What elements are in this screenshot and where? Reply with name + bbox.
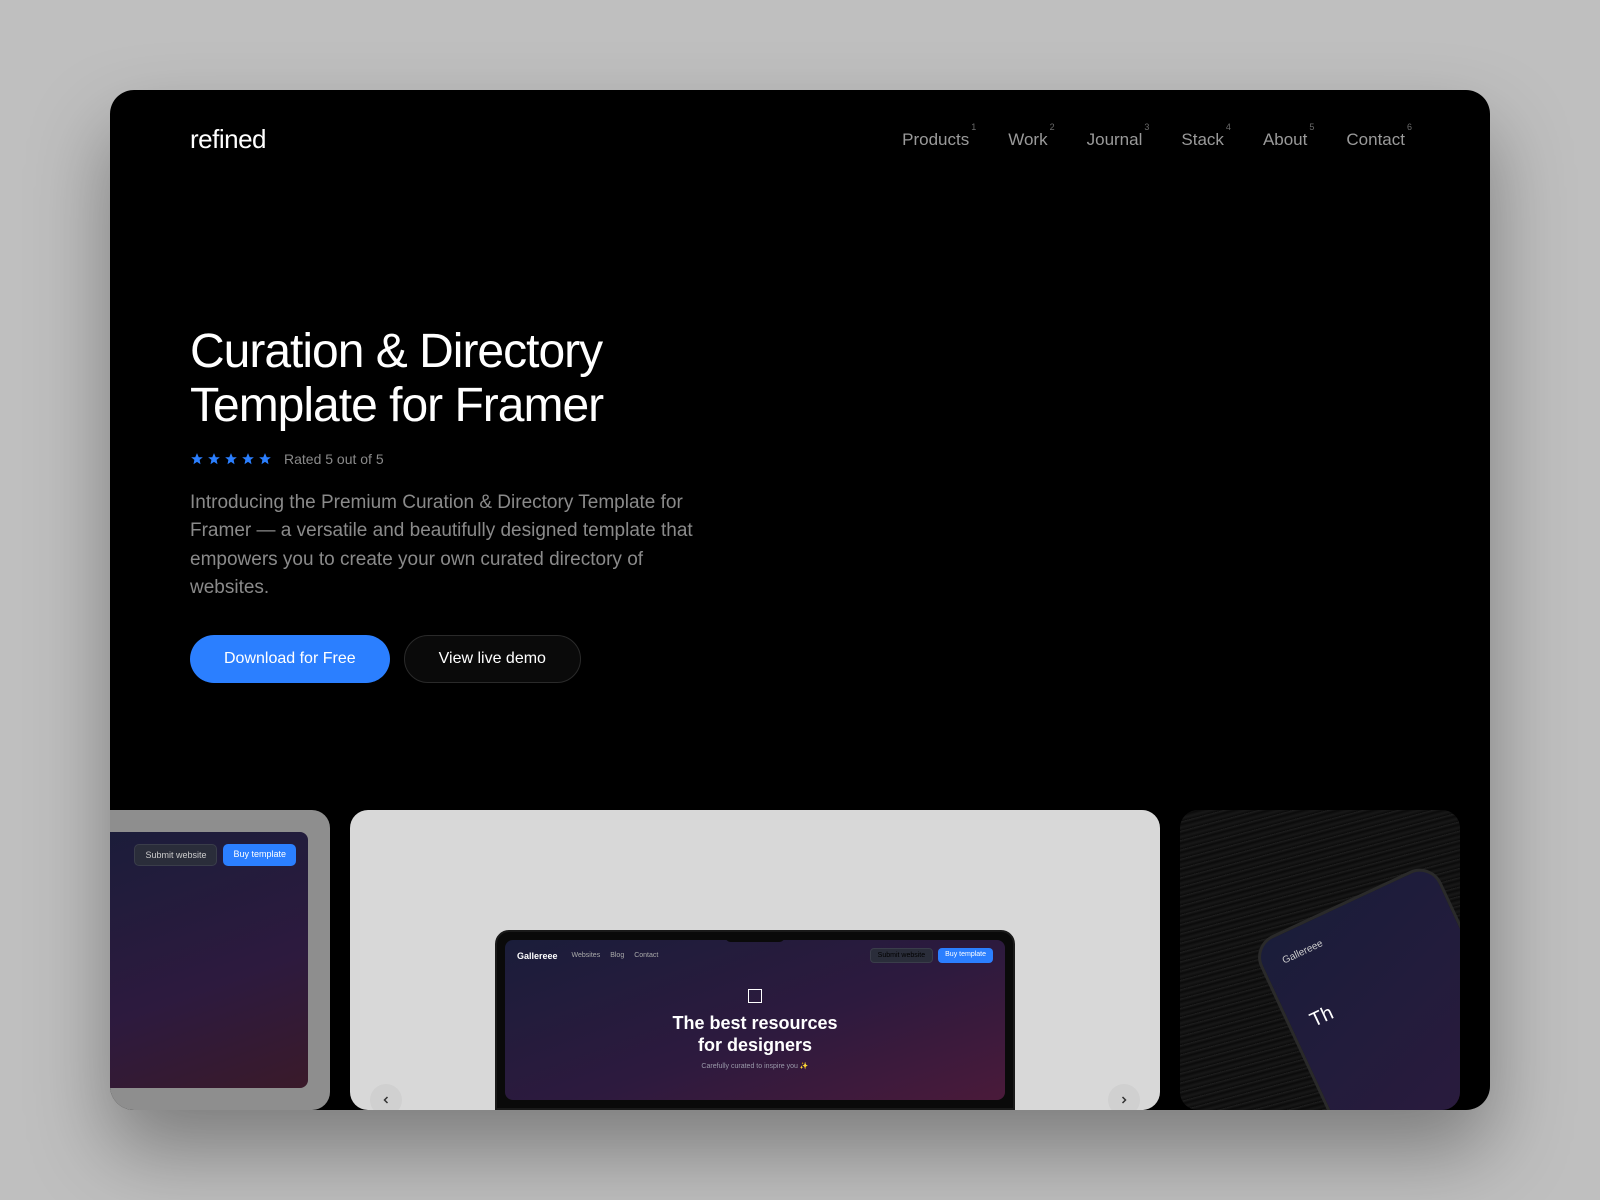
carousel-prev-button[interactable] bbox=[370, 1084, 402, 1110]
download-button[interactable]: Download for Free bbox=[190, 635, 390, 683]
cta-row: Download for Free View live demo bbox=[190, 635, 750, 683]
carousel-slide-active[interactable]: Gallereee Websites Blog Contact Submit w… bbox=[350, 810, 1160, 1110]
preview-carousel: Submit website Buy template Gallereee We… bbox=[110, 810, 1490, 1110]
laptop-mockup: Gallereee Websites Blog Contact Submit w… bbox=[495, 930, 1015, 1110]
preview-logo: Gallereee bbox=[517, 951, 558, 961]
preview-nav: Websites Blog Contact bbox=[572, 952, 659, 959]
logo[interactable]: refined bbox=[190, 124, 266, 155]
nav-products[interactable]: Products1 bbox=[902, 130, 974, 150]
header: refined Products1 Work2 Journal3 Stack4 … bbox=[110, 90, 1490, 155]
laptop-notch bbox=[725, 932, 785, 942]
preview-heading: The best resources for designers bbox=[505, 1013, 1005, 1056]
preview-buy-button: Buy template bbox=[938, 948, 993, 963]
preview-subheading: Carefully curated to inspire you ✨ bbox=[505, 1062, 1005, 1070]
page-frame: refined Products1 Work2 Journal3 Stack4 … bbox=[110, 90, 1490, 1110]
nav-contact[interactable]: Contact6 bbox=[1346, 130, 1410, 150]
mini-submit-button: Submit website bbox=[134, 844, 217, 866]
nav-journal[interactable]: Journal3 bbox=[1087, 130, 1148, 150]
live-demo-button[interactable]: View live demo bbox=[404, 635, 581, 683]
chevron-right-icon bbox=[1118, 1094, 1130, 1106]
star-icon bbox=[224, 452, 238, 466]
page-title: Curation & Directory Template for Framer bbox=[190, 325, 750, 433]
phone-heading: Th bbox=[1307, 947, 1456, 1033]
preview-submit-button: Submit website bbox=[870, 948, 933, 963]
preview-nav-item: Blog bbox=[610, 952, 624, 959]
expand-icon bbox=[748, 989, 762, 1003]
carousel-next-button[interactable] bbox=[1108, 1084, 1140, 1110]
rating-row: Rated 5 out of 5 bbox=[190, 451, 750, 467]
star-icon bbox=[190, 452, 204, 466]
star-rating bbox=[190, 452, 272, 466]
star-icon bbox=[207, 452, 221, 466]
preview-nav-item: Websites bbox=[572, 952, 601, 959]
nav-work[interactable]: Work2 bbox=[1008, 130, 1052, 150]
chevron-left-icon bbox=[380, 1094, 392, 1106]
carousel-slide-prev[interactable]: Submit website Buy template bbox=[110, 810, 330, 1110]
hero-description: Introducing the Premium Curation & Direc… bbox=[190, 489, 710, 603]
main-nav: Products1 Work2 Journal3 Stack4 About5 C… bbox=[902, 130, 1410, 150]
nav-about[interactable]: About5 bbox=[1263, 130, 1312, 150]
star-icon bbox=[241, 452, 255, 466]
carousel-slide-next[interactable]: Gallereee Th bbox=[1180, 810, 1460, 1110]
preview-screenshot: Submit website Buy template bbox=[110, 832, 308, 1088]
star-icon bbox=[258, 452, 272, 466]
nav-stack[interactable]: Stack4 bbox=[1181, 130, 1229, 150]
preview-nav-item: Contact bbox=[634, 952, 658, 959]
mini-buy-button: Buy template bbox=[223, 844, 296, 866]
rating-text: Rated 5 out of 5 bbox=[284, 451, 384, 467]
laptop-screen: Gallereee Websites Blog Contact Submit w… bbox=[505, 940, 1005, 1100]
hero-section: Curation & Directory Template for Framer… bbox=[110, 155, 830, 683]
